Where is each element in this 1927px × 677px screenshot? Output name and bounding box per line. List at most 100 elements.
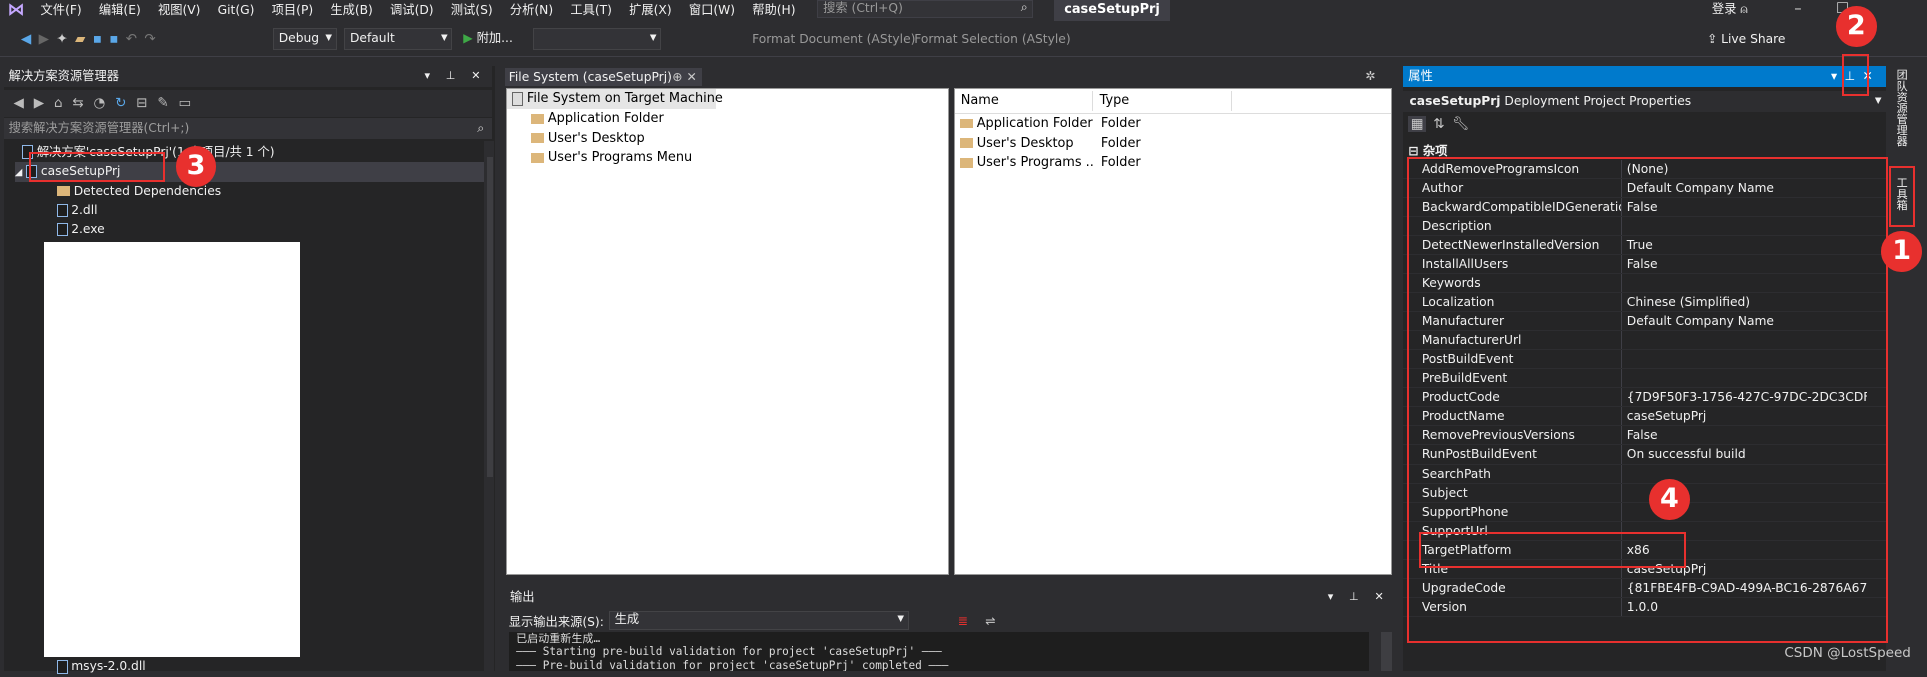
alphabetical-icon[interactable]: ⇅ — [1433, 116, 1444, 132]
minimize-icon[interactable]: – — [1794, 0, 1836, 17]
save-icon[interactable]: ▪ — [89, 22, 106, 56]
watermark: CSDN @LostSpeed — [1784, 645, 1911, 662]
menu-item[interactable]: 视图(V) — [149, 0, 209, 21]
platform-value: Default — [349, 31, 395, 46]
menu-item[interactable]: 窗口(W) — [680, 0, 743, 21]
menu-item[interactable]: 编辑(E) — [90, 0, 149, 21]
format-selection-button[interactable]: Format Selection (AStyle) — [914, 32, 1070, 46]
forward-icon[interactable]: ▶ — [34, 95, 44, 111]
menu-item[interactable]: 扩展(X) — [621, 0, 681, 21]
menu-items: 文件(F) 编辑(E) 视图(V) Git(G) 项目(P) 生成(B) 调试(D) 测试(S… — [32, 0, 804, 21]
list-item[interactable]: User's Desktop Folder — [955, 134, 1392, 154]
list-item[interactable]: Application Folder Folder — [955, 114, 1392, 134]
save-all-icon[interactable]: ▪ — [106, 22, 123, 56]
menu-item[interactable]: 帮助(H) — [744, 0, 805, 21]
expand-icon[interactable]: ◢ — [15, 167, 23, 178]
tree-item[interactable]: 2.exe — [56, 220, 222, 239]
scrollbar-thumb[interactable] — [486, 157, 493, 477]
tree-root[interactable]: File System on Target Machine — [507, 89, 723, 110]
property-pages-icon[interactable]: 🔧︎ — [1452, 116, 1469, 132]
list-item-name-label: User's Programs ... — [976, 155, 1094, 171]
folder-icon — [530, 113, 545, 124]
format-document-button[interactable]: Format Document (AStyle) — [752, 32, 915, 46]
tree-item[interactable]: Application Folder — [507, 109, 947, 129]
solution-search-input[interactable]: 搜索解决方案资源管理器(Ctrl+;) ⌕ — [3, 117, 492, 139]
collapse-icon[interactable]: ⊟ — [136, 95, 147, 111]
scrollbar[interactable] — [1381, 631, 1393, 671]
solution-explorer-toolbar: ◀ ▶ ⌂ ⇆ ◔ ↻ ⊟ ✎ ▭ — [3, 89, 492, 117]
list-header: Name Type — [954, 89, 1392, 115]
tree-item-label: Application Folder — [547, 111, 664, 127]
tab-file-system[interactable]: File System (caseSetupPrj) ⊕ ✕ — [505, 67, 702, 86]
panel-title: 解决方案资源管理器 — [8, 69, 119, 84]
preview-icon[interactable]: ▭ — [179, 95, 192, 111]
tree-item-label: 2.exe — [71, 221, 105, 236]
config-select[interactable]: Debug ▼ — [272, 28, 337, 51]
close-icon[interactable]: ⊕ ✕ — [672, 68, 696, 86]
output-source-label: 显示输出来源(S): — [508, 614, 604, 629]
gear-icon[interactable]: ✲ — [1365, 69, 1375, 83]
panel-title: 输出 — [509, 590, 535, 605]
refresh-icon[interactable]: ↻ — [115, 95, 126, 111]
properties-object-selector[interactable]: caseSetupPrj Deployment Project Properti… — [1403, 90, 1887, 112]
annotation-box-properties — [1407, 157, 1888, 643]
annotation-number-2: 2 — [1835, 6, 1877, 47]
properties-toolbar: ▦ ⇅ 🔧︎ — [1408, 115, 1469, 132]
menu-item[interactable]: 生成(B) — [322, 0, 382, 21]
wrap-icon[interactable]: ⇌ — [985, 614, 995, 628]
list-item-name: User's Programs ... — [955, 153, 1094, 173]
search-placeholder: 搜索 (Ctrl+Q) — [823, 1, 903, 15]
file-icon — [56, 660, 68, 674]
history-icon[interactable]: ◔ — [93, 95, 105, 111]
tree-item[interactable]: User's Desktop — [507, 129, 947, 149]
column-header-type[interactable]: Type — [1093, 91, 1233, 112]
panel-controls[interactable]: ▾ ⊥ ✕ — [424, 66, 486, 87]
attach-button[interactable]: ▶ 附加... — [463, 29, 513, 49]
panel-controls[interactable]: ▾ ⊥ ✕ — [1328, 587, 1390, 608]
live-share-button[interactable]: ⇪ Live Share — [1707, 32, 1786, 46]
sync-icon[interactable]: ⇆ — [72, 95, 83, 111]
tab-team-explorer[interactable]: 团队资源管理器 — [1893, 69, 1909, 167]
categorized-icon[interactable]: ▦ — [1408, 115, 1426, 132]
properties-icon[interactable]: ✎ — [157, 95, 168, 111]
folder-icon — [959, 118, 974, 129]
redo-icon[interactable]: ↷ — [141, 22, 160, 56]
search-input[interactable]: 搜索 (Ctrl+Q) ⌕ — [817, 0, 1034, 19]
tree-item[interactable]: 2.dll — [56, 201, 222, 220]
annotation-number-1: 1 — [1881, 231, 1922, 272]
list-item[interactable]: User's Programs ... Folder — [955, 153, 1392, 173]
menu-item[interactable]: 工具(T) — [562, 0, 621, 21]
user-icon: ⍝ — [1740, 2, 1748, 16]
file-icon — [56, 222, 68, 237]
open-icon[interactable]: ▰ — [71, 22, 89, 56]
home-icon[interactable]: ⌂ — [54, 95, 63, 111]
menu-item[interactable]: 项目(P) — [263, 0, 322, 21]
annotation-number-3: 3 — [175, 146, 217, 187]
undo-icon[interactable]: ↶ — [122, 22, 141, 56]
forward-icon[interactable]: ▶ — [35, 22, 53, 56]
platform-select[interactable]: Default ▼ — [344, 28, 453, 51]
tree-item[interactable]: msys-2.0.dll — [56, 657, 146, 676]
login-link[interactable]: 登录 ⍝ — [1712, 0, 1748, 18]
new-project-icon[interactable]: ✦ — [53, 22, 72, 56]
collapse-icon: ⊟ — [1408, 144, 1419, 159]
clear-icon[interactable]: ≣ — [958, 614, 968, 628]
folder-icon — [959, 138, 974, 149]
back-icon[interactable]: ◀ — [17, 22, 35, 56]
menu-item[interactable]: Git(G) — [209, 0, 263, 21]
target-select[interactable]: ▼ — [533, 28, 662, 51]
column-header-name[interactable]: Name — [955, 91, 1094, 112]
vs-logo-icon[interactable]: ⋈ — [0, 0, 32, 21]
back-icon[interactable]: ◀ — [14, 95, 24, 111]
chevron-down-icon: ▼ — [325, 33, 333, 44]
menu-item[interactable]: 测试(S) — [442, 0, 501, 21]
selected-object-name: caseSetupPrj — [1409, 93, 1501, 108]
menu-item[interactable]: 调试(D) — [381, 0, 442, 21]
output-source-select[interactable]: 生成 ▼ — [608, 611, 909, 630]
annotation-box-3 — [29, 152, 165, 182]
solution-explorer-title: 解决方案资源管理器 ▾ ⊥ ✕ — [3, 66, 492, 88]
menu-item[interactable]: 文件(F) — [32, 0, 90, 21]
annotation-box-4 — [1419, 532, 1687, 568]
tree-item[interactable]: User's Programs Menu — [507, 148, 947, 168]
menu-item[interactable]: 分析(N) — [501, 0, 561, 21]
